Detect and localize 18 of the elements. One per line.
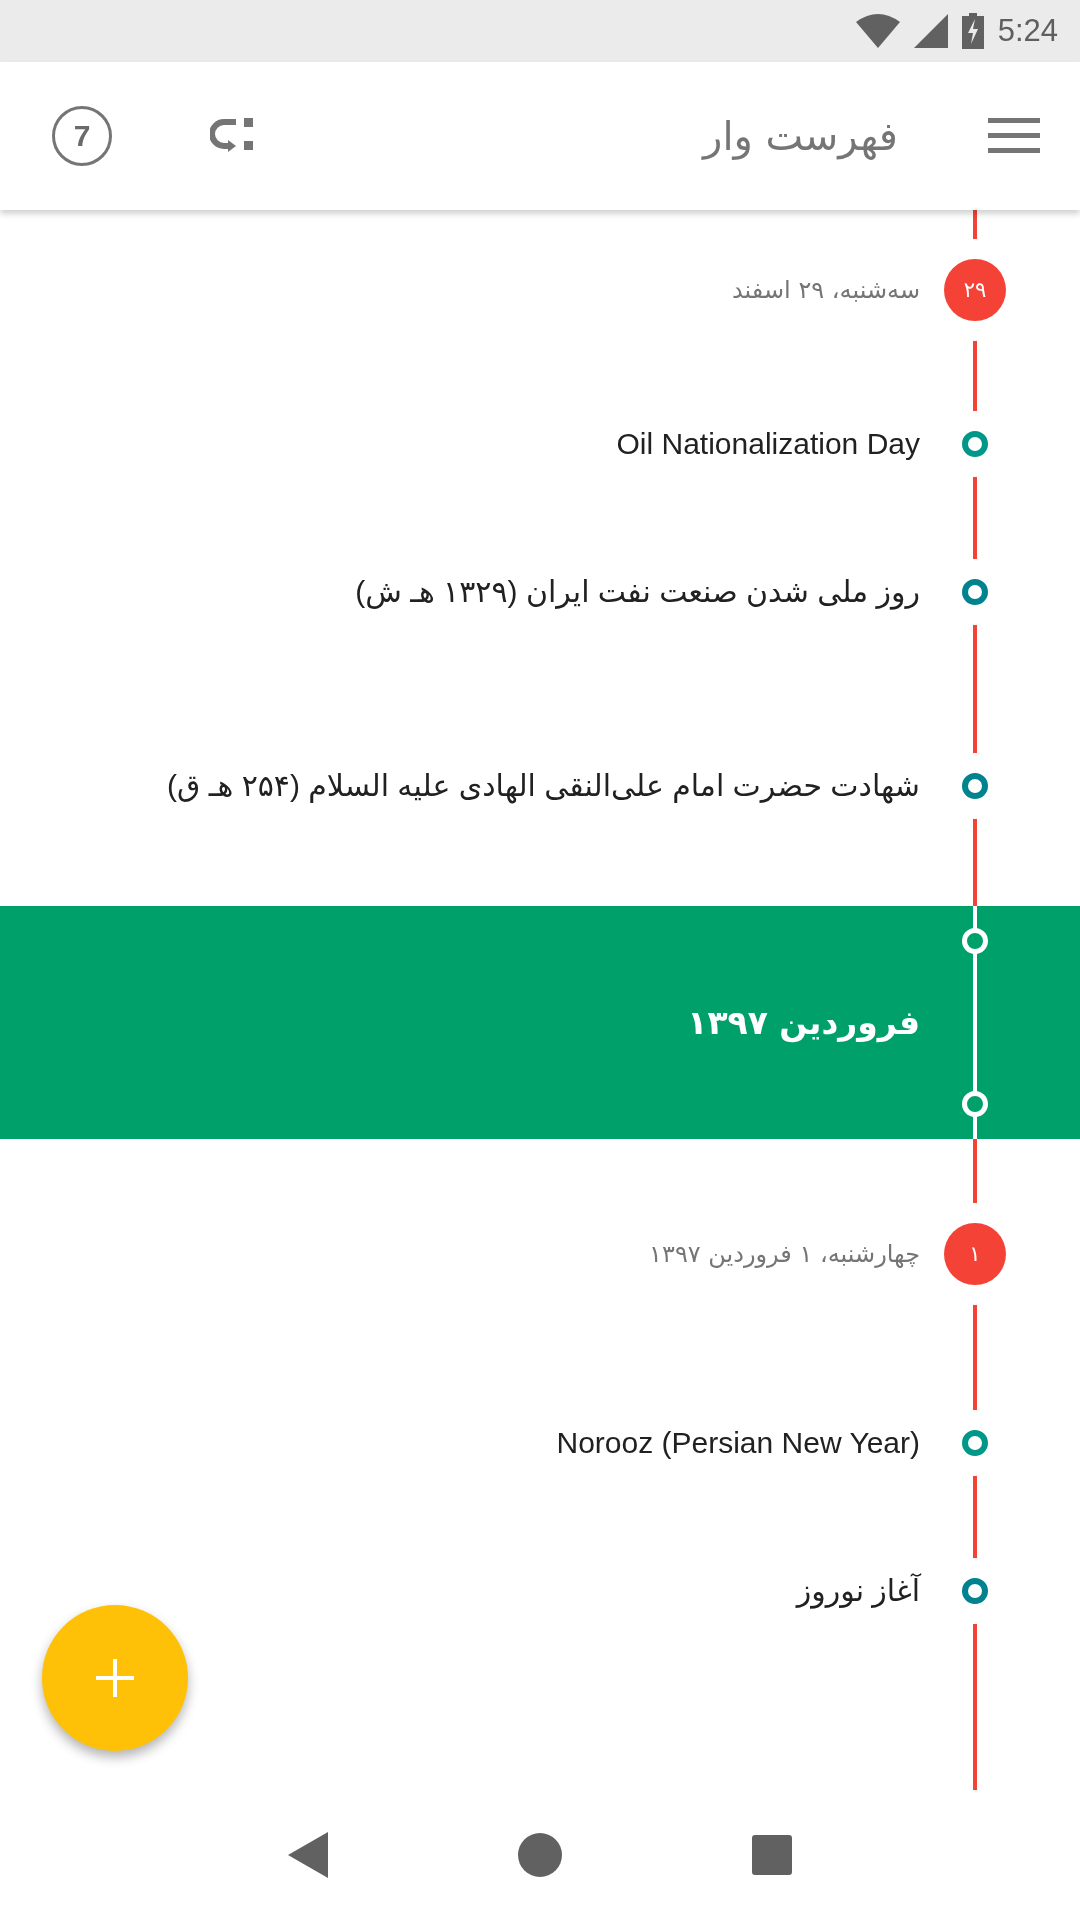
home-icon[interactable] (518, 1833, 562, 1877)
event-title[interactable]: شهادت حضرت امام علی‌النقی الهادی علیه السلام (۲۵۴ هـ ق) (167, 762, 920, 810)
signal-icon (913, 14, 948, 48)
event-title[interactable]: روز ملی شدن صنعت نفت ایران (۱۳۲۹ هـ ش) (355, 568, 920, 616)
date-label: سه‌شنبه، ۲۹ اسفند (732, 276, 920, 304)
event-title[interactable]: آغاز نوروز (796, 1567, 920, 1615)
clock: 5:24 (997, 13, 1058, 49)
back-icon[interactable] (288, 1832, 328, 1878)
month-label: فروردین ۱۳۹۷ (687, 1003, 920, 1042)
wifi-icon (855, 14, 900, 48)
event-title[interactable]: Norooz (Persian New Year) (556, 1419, 920, 1467)
event-title[interactable]: Oil Nationalization Day (616, 420, 920, 468)
menu-icon[interactable] (988, 118, 1040, 154)
date-label: چهارشنبه، ۱ فروردین ۱۳۹۷ (649, 1240, 920, 1268)
count-badge[interactable]: 7 (52, 106, 112, 166)
app-title: فهرست وار (703, 113, 898, 159)
plus-icon (96, 1659, 134, 1697)
battery-icon (961, 13, 984, 49)
